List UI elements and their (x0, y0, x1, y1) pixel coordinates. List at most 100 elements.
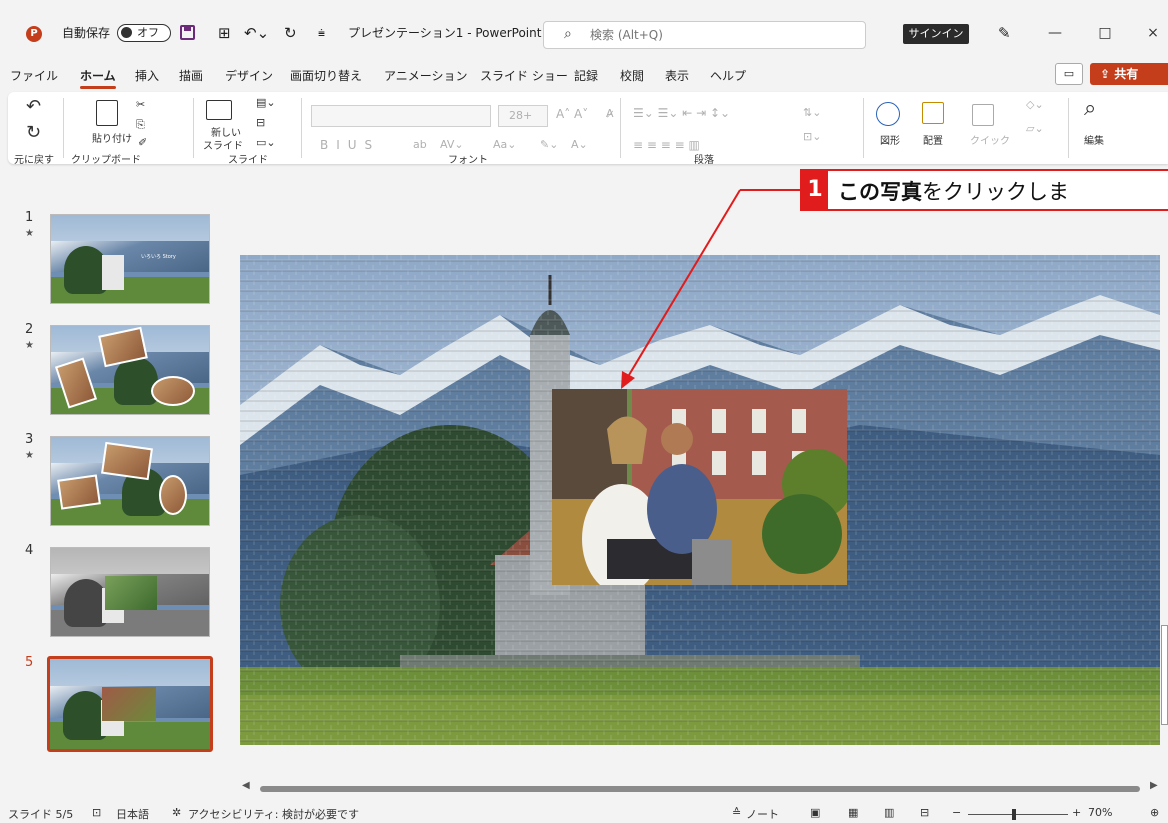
tab-design[interactable]: デザイン (225, 67, 273, 84)
tab-help[interactable]: ヘルプ (710, 67, 746, 84)
undo-icon[interactable]: ↶ (26, 96, 41, 117)
selected-photo[interactable] (552, 389, 847, 585)
copy-icon[interactable]: ⎘ (136, 118, 145, 132)
notes-button[interactable]: ノート (746, 806, 779, 822)
slide-thumbnail-1[interactable]: いろいろ Story (50, 214, 210, 304)
font-name-combo[interactable] (311, 105, 491, 127)
slideshow-icon[interactable]: ⊟ (920, 806, 929, 819)
save-icon[interactable] (180, 25, 195, 40)
vertical-scroll-thumb[interactable] (1161, 625, 1168, 725)
accessibility-status[interactable]: アクセシビリティ: 検討が必要です (188, 806, 359, 822)
font-style-icons[interactable]: BIUS (320, 138, 380, 152)
tab-insert[interactable]: 挿入 (135, 67, 159, 84)
notes-icon[interactable]: ≙ (732, 806, 741, 819)
new-slide-label-2[interactable]: スライド (203, 137, 243, 152)
tab-record[interactable]: 記録 (574, 67, 598, 84)
scroll-right-icon[interactable]: ▶ (1150, 780, 1158, 791)
format-painter-icon[interactable]: ✐ (138, 136, 147, 149)
font-group-label: フォント (448, 155, 488, 166)
accessibility-icon[interactable]: ✲ (172, 806, 181, 819)
slide-thumbnail-3[interactable] (50, 436, 210, 526)
shape-fill-icon[interactable]: ◇⌄ (1026, 98, 1044, 111)
signin-button[interactable]: サインイン (903, 24, 969, 44)
animation-star-icon: ★ (25, 228, 34, 239)
tab-draw[interactable]: 描画 (179, 67, 203, 84)
new-slide-icon[interactable] (206, 100, 232, 120)
shapes-icon[interactable] (876, 102, 900, 126)
tab-file[interactable]: ファイル (10, 67, 58, 84)
shapes-label[interactable]: 図形 (880, 132, 900, 147)
bullets-icon[interactable]: ☰⌄ ☰⌄ ⇤ ⇥ ↕⌄ (633, 106, 730, 120)
tab-animations[interactable]: アニメーション (384, 67, 468, 84)
text-direction-icon[interactable]: ⇅⌄ (803, 106, 821, 119)
reset-icon[interactable]: ⊟ (256, 116, 265, 129)
zoom-slider-knob[interactable] (1012, 809, 1016, 820)
slide-thumbnail-5[interactable] (47, 656, 213, 752)
cut-icon[interactable]: ✂ (136, 98, 145, 111)
close-button[interactable]: × (1138, 22, 1168, 44)
redo-icon[interactable]: ↻ (284, 22, 297, 44)
designer-pen-icon[interactable]: ✎ (998, 22, 1011, 44)
edit-label[interactable]: 編集 (1084, 132, 1104, 147)
slide-thumbnail-4[interactable] (50, 547, 210, 637)
quick-styles-icon[interactable] (972, 104, 994, 126)
layout-icon[interactable]: ▤⌄ (256, 96, 276, 109)
search-box[interactable]: ⌕ (543, 21, 866, 49)
tab-transitions[interactable]: 画面切り替え (290, 67, 362, 84)
tab-home[interactable]: ホーム (80, 67, 116, 89)
paste-icon[interactable] (96, 100, 118, 126)
slide-number: 4 (25, 543, 34, 558)
grow-font-icon[interactable]: A˄ A˅ (556, 107, 588, 121)
maximize-button[interactable]: □ (1090, 22, 1120, 44)
autosave-toggle[interactable]: オフ (117, 24, 171, 42)
paste-label[interactable]: 貼り付け (92, 130, 132, 145)
share-button[interactable]: ⇪ 共有 (1090, 63, 1168, 85)
font-color-icon[interactable]: A⌄ (571, 138, 588, 151)
spell-check-icon[interactable]: ⊡ (92, 806, 101, 819)
slide-sorter-icon[interactable]: ▦ (848, 806, 858, 819)
search-input[interactable] (590, 26, 850, 44)
ribbon-divider (1068, 98, 1069, 158)
tab-slideshow[interactable]: スライド ショー (480, 67, 568, 84)
tab-view[interactable]: 表示 (665, 67, 689, 84)
strikethrough-icon[interactable]: ab (413, 138, 427, 151)
scroll-thumb[interactable] (260, 786, 1140, 792)
tab-review[interactable]: 校閲 (620, 67, 644, 84)
minimize-button[interactable]: — (1040, 22, 1070, 44)
section-icon[interactable]: ▭⌄ (256, 136, 276, 149)
comment-button[interactable]: ▭ (1055, 63, 1083, 85)
arrange-label[interactable]: 配置 (923, 132, 943, 147)
customize-toolbar-icon[interactable]: ⩧ (318, 22, 325, 44)
paragraph-group-label: 段落 (694, 155, 714, 166)
find-icon[interactable]: ⌕ (1084, 96, 1096, 121)
change-case-icon[interactable]: Aa⌄ (493, 138, 516, 151)
ribbon: ↶ ↻ 元に戻す 貼り付け ✂ ⎘ ✐ クリップボード 新しい スライド ▤⌄ … (8, 92, 1168, 166)
presentation-view-icon[interactable]: ⊞ (218, 22, 231, 44)
reading-view-icon[interactable]: ▥ (884, 806, 894, 819)
arrange-icon[interactable] (922, 102, 944, 124)
highlight-icon[interactable]: ✎⌄ (540, 138, 558, 151)
normal-view-icon[interactable]: ▣ (810, 806, 820, 819)
zoom-in-icon[interactable]: + (1072, 806, 1081, 819)
zoom-out-icon[interactable]: − (952, 806, 961, 819)
redo-icon[interactable]: ↻ (26, 122, 41, 143)
status-bar: スライド 5/5 ⊡ 日本語 ✲ アクセシビリティ: 検討が必要です ≙ ノート… (0, 800, 1168, 823)
char-spacing-icon[interactable]: AV⌄ (440, 138, 464, 151)
align-icons[interactable]: ≡ ≡ ≡ ≡ ▥ (633, 138, 700, 152)
undo-icon[interactable]: ↶⌄ (244, 22, 269, 44)
callout-text: この写真をクリックしま (838, 176, 1069, 206)
zoom-slider[interactable] (968, 814, 1068, 815)
fit-to-window-icon[interactable]: ⊕ (1150, 806, 1159, 819)
slide-thumbnail-2[interactable] (50, 325, 210, 415)
scroll-left-icon[interactable]: ◀ (242, 780, 250, 791)
shape-outline-icon[interactable]: ▱⌄ (1026, 122, 1044, 135)
autosave-label: 自動保存 (62, 26, 111, 40)
horizontal-scrollbar[interactable]: ◀ ▶ (240, 780, 1160, 794)
font-size-combo[interactable]: 28+ (498, 105, 548, 127)
share-label: 共有 (1114, 67, 1139, 81)
language-indicator[interactable]: 日本語 (116, 806, 149, 822)
zoom-level[interactable]: 70% (1088, 806, 1112, 819)
clear-format-icon[interactable]: A̷ (606, 107, 614, 120)
quick-styles-label[interactable]: クイック (970, 132, 1010, 147)
align-text-icon[interactable]: ⊡⌄ (803, 130, 821, 143)
